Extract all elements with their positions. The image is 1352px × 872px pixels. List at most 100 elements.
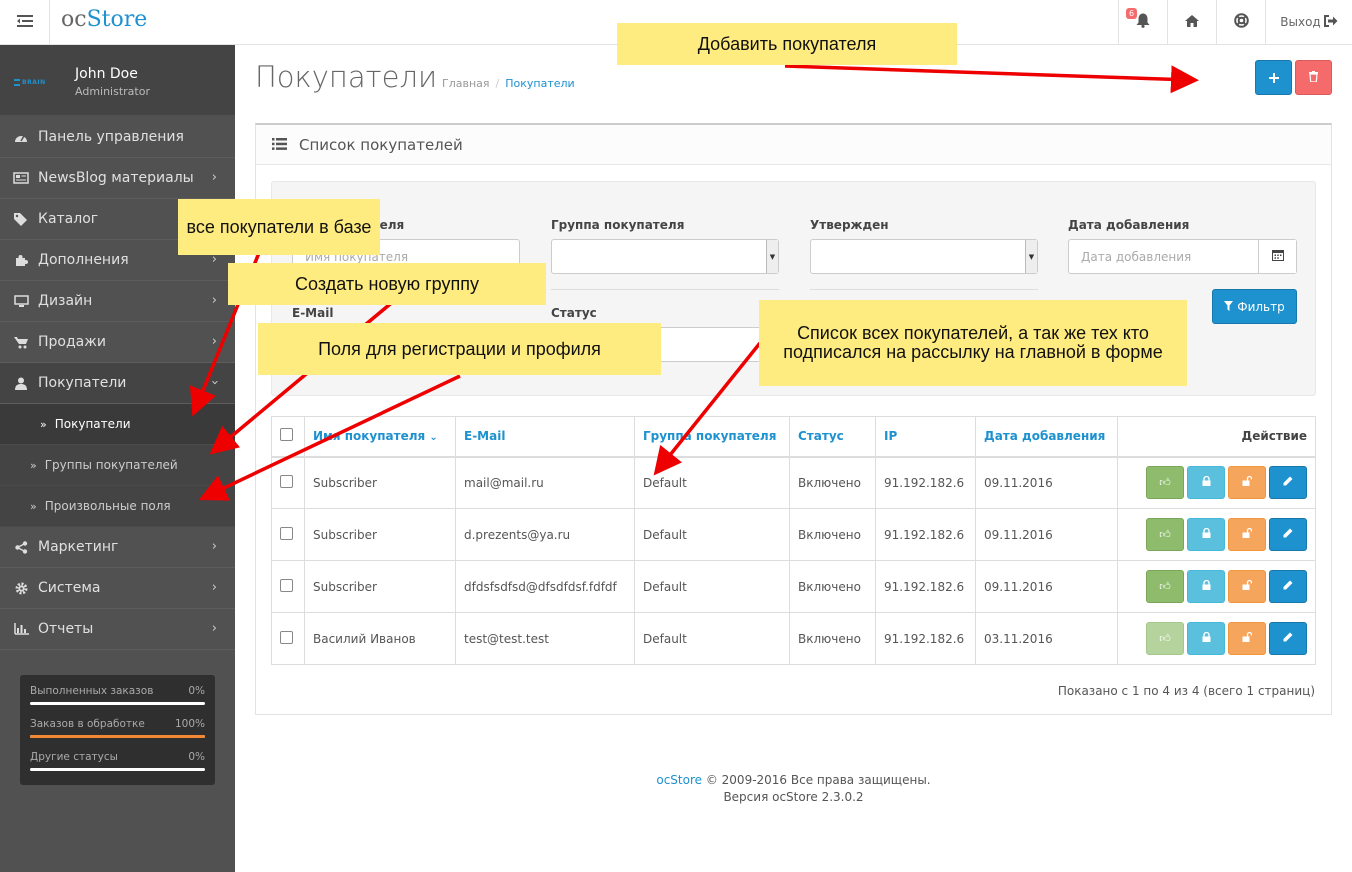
sidebar-subitem-label: Группы покупателей — [44, 458, 178, 472]
footer: ocStore © 2009-2016 Все права защищены. … — [235, 772, 1352, 806]
filter-approved-select[interactable]: ▼ — [810, 239, 1038, 274]
approve-button[interactable]: 👍︎ — [1146, 518, 1184, 551]
lock-icon — [1202, 579, 1211, 593]
share-icon — [12, 540, 30, 554]
lock-button[interactable] — [1187, 622, 1225, 655]
pencil-icon — [1283, 476, 1293, 489]
double-chevron-icon: » — [30, 499, 37, 513]
column-header-ip[interactable]: IP — [875, 416, 976, 458]
sidebar-item-newsblog[interactable]: NewsBlog материалы › — [0, 158, 235, 199]
monitor-icon — [12, 294, 30, 308]
chevron-down-icon: › — [206, 379, 222, 386]
stat-value: 100% — [174, 718, 205, 730]
sidebar-item-marketing[interactable]: Маркетинг › — [0, 527, 235, 568]
sidebar-item-label: Продажи — [38, 334, 106, 350]
page-title: Покупатели — [255, 60, 438, 94]
filter-status-label: Статус — [551, 306, 597, 320]
logo[interactable]: ocStore — [61, 7, 147, 32]
edit-button[interactable] — [1269, 518, 1307, 551]
edit-button[interactable] — [1269, 466, 1307, 500]
cell-group: Default — [634, 612, 790, 665]
home-button[interactable] — [1167, 0, 1216, 44]
filter-group-select[interactable]: ▼ — [551, 239, 779, 274]
approve-button[interactable]: 👍︎ — [1146, 466, 1184, 500]
help-button[interactable] — [1216, 0, 1265, 44]
calendar-icon — [1271, 249, 1284, 264]
unlock-button[interactable] — [1228, 518, 1266, 551]
breadcrumb-home-link[interactable]: Главная — [442, 77, 490, 90]
chevron-right-icon: › — [211, 580, 217, 595]
chevron-right-icon: › — [211, 539, 217, 554]
filter-approved-label: Утвержден — [810, 218, 889, 232]
trash-icon — [1309, 70, 1318, 85]
delete-button[interactable] — [1295, 60, 1332, 95]
customers-table: Имя покупателя ⌄ E-Mail Группа покупател… — [271, 416, 1316, 665]
cell-actions: 👍︎ — [1117, 612, 1316, 665]
row-select-cell — [271, 612, 305, 665]
sidebar-subitem-customer-groups[interactable]: » Группы покупателей — [0, 445, 235, 486]
column-header-label: Имя покупателя — [313, 429, 426, 444]
cell-ip: 91.192.182.6 — [875, 560, 976, 613]
edit-button[interactable] — [1269, 570, 1307, 603]
select-arrow-icon: ▼ — [1025, 240, 1037, 273]
sidebar-subitem-customers[interactable]: » Покупатели — [0, 404, 235, 445]
cell-email: d.prezents@ya.ru — [455, 508, 635, 561]
menu-toggle-button[interactable] — [0, 0, 50, 44]
approve-button[interactable]: 👍︎ — [1146, 622, 1184, 655]
add-customer-button[interactable] — [1255, 60, 1292, 95]
row-checkbox[interactable] — [280, 474, 293, 488]
filter-date-input[interactable]: Дата добавления — [1068, 239, 1297, 274]
sidebar-item-dashboard[interactable]: Панель управления — [0, 117, 235, 158]
lock-icon — [1202, 476, 1211, 489]
sidebar-subitem-label: Покупатели — [54, 417, 131, 431]
column-header-name[interactable]: Имя покупателя ⌄ — [304, 416, 456, 458]
sidebar-item-customers[interactable]: Покупатели › — [0, 363, 235, 404]
sidebar-item-sales[interactable]: Продажи › — [0, 322, 235, 363]
approve-button[interactable]: 👍︎ — [1146, 570, 1184, 603]
user-role: Administrator — [75, 85, 150, 98]
sidebar-item-reports[interactable]: Отчеты › — [0, 609, 235, 650]
sidebar-nav: Панель управления NewsBlog материалы › К… — [0, 117, 235, 650]
sidebar-subitem-custom-fields[interactable]: » Произвольные поля — [0, 486, 235, 527]
stat-label: Выполненных заказов — [30, 685, 154, 697]
calendar-button[interactable] — [1258, 240, 1296, 273]
lock-button[interactable] — [1187, 518, 1225, 551]
cell-status: Включено — [789, 560, 876, 613]
user-profile[interactable]: BRAIN John Doe Administrator — [0, 45, 235, 115]
edit-button[interactable] — [1269, 622, 1307, 655]
cell-name: Subscriber — [304, 456, 456, 509]
footer-brand-link[interactable]: ocStore — [656, 773, 702, 787]
column-header-email[interactable]: E-Mail — [455, 416, 635, 458]
chevron-right-icon: › — [211, 293, 217, 308]
sidebar: BRAIN John Doe Administrator Панель упра… — [0, 45, 235, 872]
column-header-date[interactable]: Дата добавления — [975, 416, 1118, 458]
breadcrumb-current-link[interactable]: Покупатели — [505, 77, 574, 90]
footer-copyright: © 2009-2016 Все права защищены. — [705, 773, 931, 787]
annotation-new-group: Создать новую группу — [228, 263, 546, 305]
lock-button[interactable] — [1187, 570, 1225, 603]
annotation-fields: Поля для регистрации и профиля — [258, 323, 661, 375]
filter-button[interactable]: Фильтр — [1212, 289, 1297, 324]
bell-icon — [1136, 13, 1150, 31]
thumbs-up-icon: 👍︎ — [1159, 476, 1171, 490]
unlock-button[interactable] — [1228, 466, 1266, 500]
cell-status: Включено — [789, 456, 876, 509]
unlock-button[interactable] — [1228, 570, 1266, 603]
notifications-button[interactable]: 6 — [1118, 0, 1167, 44]
unlock-button[interactable] — [1228, 622, 1266, 655]
sidebar-item-design[interactable]: Дизайн › — [0, 281, 235, 322]
home-icon — [1185, 14, 1199, 30]
select-all-checkbox[interactable] — [280, 428, 293, 442]
row-checkbox[interactable] — [280, 526, 293, 540]
pencil-icon — [1283, 632, 1293, 645]
row-checkbox[interactable] — [280, 578, 293, 592]
row-checkbox[interactable] — [280, 630, 293, 644]
column-header-status[interactable]: Статус — [789, 416, 876, 458]
logo-prefix: oc — [61, 7, 87, 32]
column-header-group[interactable]: Группа покупателя — [634, 416, 790, 458]
arrow-add-customer — [784, 64, 1199, 94]
logout-button[interactable]: Выход — [1265, 0, 1352, 44]
annotation-all-customers: все покупатели в базе — [178, 199, 380, 255]
sidebar-item-system[interactable]: Система › — [0, 568, 235, 609]
lock-button[interactable] — [1187, 466, 1225, 500]
